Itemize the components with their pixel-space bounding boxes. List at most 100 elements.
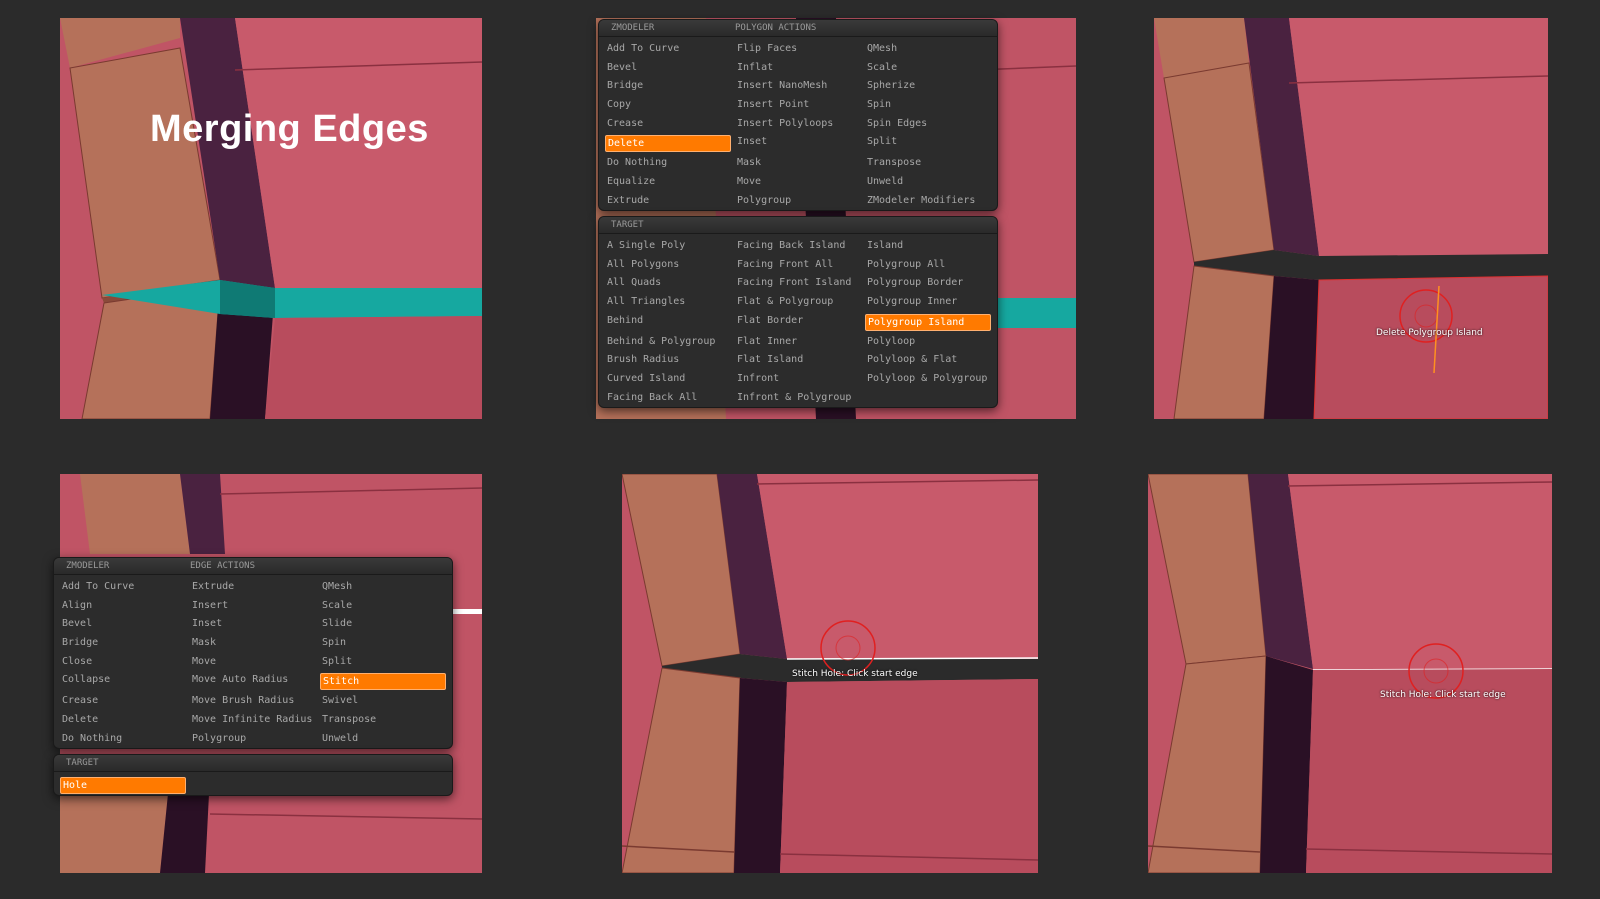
menu-item-split[interactable]: Split — [865, 133, 995, 152]
edge-menu-item-delete[interactable]: Delete — [60, 711, 190, 730]
edge-target-grid: Hole — [54, 772, 452, 795]
target-item-flat-and-polygroup[interactable]: Flat & Polygroup — [735, 293, 865, 312]
edge-menu-item-inset[interactable]: Inset — [190, 615, 320, 634]
edge-menu-item-move-brush-radius[interactable]: Move Brush Radius — [190, 692, 320, 711]
headline-title: Merging Edges — [150, 108, 429, 150]
menu-item-zmodeler-modifiers[interactable]: ZModeler Modifiers — [865, 192, 995, 210]
menu-item-qmesh[interactable]: QMesh — [865, 40, 995, 59]
target-item-facing-back-all[interactable]: Facing Back All — [605, 389, 735, 407]
target-item-polygroup-border[interactable]: Polygroup Border — [865, 274, 995, 293]
target-item-facing-front-all[interactable]: Facing Front All — [735, 256, 865, 275]
tooltip-stitch-hole-2: Stitch Hole: Click start edge — [1380, 690, 1506, 700]
edge-menu-item-swivel[interactable]: Swivel — [320, 692, 450, 711]
edge-menu-item-polygroup[interactable]: Polygroup — [190, 730, 320, 748]
menu-item-add-to-curve[interactable]: Add To Curve — [605, 40, 735, 59]
edge-menu-item-do-nothing[interactable]: Do Nothing — [60, 730, 190, 748]
mesh-render-3 — [1154, 18, 1548, 419]
mesh-render-1 — [60, 18, 482, 419]
edge-menu-item-transpose[interactable]: Transpose — [320, 711, 450, 730]
edge-menu-item-crease[interactable]: Crease — [60, 692, 190, 711]
edge-menu-item-extrude[interactable]: Extrude — [190, 578, 320, 597]
polygon-actions-grid: Add To Curve Flip Faces QMesh Bevel Inflat Sc… — [599, 37, 997, 210]
target-item-flat-island[interactable]: Flat Island — [735, 351, 865, 370]
menu-item-insert-point[interactable]: Insert Point — [735, 96, 865, 115]
menu-item-spherize[interactable]: Spherize — [865, 77, 995, 96]
edge-actions-header: ZMODELER EDGE ACTIONS — [54, 558, 452, 575]
menu-item-spin[interactable]: Spin — [865, 96, 995, 115]
target-item-facing-front-island[interactable]: Facing Front Island — [735, 274, 865, 293]
menu-item-insert-polyloops[interactable]: Insert Polyloops — [735, 115, 865, 134]
edge-actions-menu[interactable]: ZMODELER EDGE ACTIONS Add To Curve Extrud… — [53, 557, 453, 749]
viewport-panel-5[interactable]: Stitch Hole: Click start edge — [622, 474, 1038, 873]
target-item-curved-island[interactable]: Curved Island — [605, 370, 735, 389]
menu-title-zmodeler-edge: ZMODELER — [66, 561, 110, 571]
polygon-actions-menu[interactable]: ZMODELER POLYGON ACTIONS Add To Curve Fli… — [598, 19, 998, 211]
edge-menu-item-insert[interactable]: Insert — [190, 597, 320, 616]
menu-item-polygroup[interactable]: Polygroup — [735, 192, 865, 210]
menu-item-spin-edges[interactable]: Spin Edges — [865, 115, 995, 134]
target-item-polygroup-all[interactable]: Polygroup All — [865, 256, 995, 275]
menu-item-bridge[interactable]: Bridge — [605, 77, 735, 96]
target-item-behind[interactable]: Behind — [605, 312, 735, 331]
menu-item-equalize[interactable]: Equalize — [605, 173, 735, 192]
target-item-all-polygons[interactable]: All Polygons — [605, 256, 735, 275]
target-item-all-quads[interactable]: All Quads — [605, 274, 735, 293]
edge-menu-item-add-to-curve[interactable]: Add To Curve — [60, 578, 190, 597]
edge-target-menu[interactable]: TARGET Hole — [53, 754, 453, 796]
menu-item-move[interactable]: Move — [735, 173, 865, 192]
target-item-all-triangles[interactable]: All Triangles — [605, 293, 735, 312]
edge-menu-item-stitch[interactable]: Stitch — [320, 673, 446, 691]
menu-item-unweld[interactable]: Unweld — [865, 173, 995, 192]
menu-item-mask[interactable]: Mask — [735, 154, 865, 173]
edge-menu-item-close[interactable]: Close — [60, 653, 190, 672]
target-item-a-single-poly[interactable]: A Single Poly — [605, 237, 735, 256]
edge-menu-item-unweld[interactable]: Unweld — [320, 730, 450, 748]
target-item-island[interactable]: Island — [865, 237, 995, 256]
polygon-target-menu[interactable]: TARGET A Single Poly Facing Back Island Is… — [598, 216, 998, 408]
menu-item-inflat[interactable]: Inflat — [735, 59, 865, 78]
edge-menu-item-move[interactable]: Move — [190, 653, 320, 672]
menu-item-flip-faces[interactable]: Flip Faces — [735, 40, 865, 59]
edge-menu-item-scale[interactable]: Scale — [320, 597, 450, 616]
edge-menu-item-align[interactable]: Align — [60, 597, 190, 616]
target-item-infront[interactable]: Infront — [735, 370, 865, 389]
viewport-panel-3[interactable]: Delete Polygroup Island — [1154, 18, 1548, 419]
menu-item-copy[interactable]: Copy — [605, 96, 735, 115]
target-item-behind-and-polygroup[interactable]: Behind & Polygroup — [605, 333, 735, 352]
menu-title-target: TARGET — [611, 220, 644, 230]
edge-target-item-hole[interactable]: Hole — [60, 777, 186, 794]
edge-menu-item-qmesh[interactable]: QMesh — [320, 578, 450, 597]
edge-menu-item-slide[interactable]: Slide — [320, 615, 450, 634]
polygon-actions-header: ZMODELER POLYGON ACTIONS — [599, 20, 997, 37]
viewport-panel-6[interactable]: Stitch Hole: Click start edge — [1148, 474, 1552, 873]
menu-item-do-nothing[interactable]: Do Nothing — [605, 154, 735, 173]
target-item-facing-back-island[interactable]: Facing Back Island — [735, 237, 865, 256]
target-item-polygroup-island[interactable]: Polygroup Island — [865, 313, 991, 331]
target-item-flat-border[interactable]: Flat Border — [735, 312, 865, 331]
target-item-polygroup-inner[interactable]: Polygroup Inner — [865, 293, 995, 312]
menu-item-transpose[interactable]: Transpose — [865, 154, 995, 173]
edge-target-header: TARGET — [54, 755, 452, 772]
edge-menu-item-move-infinite-radius[interactable]: Move Infinite Radius — [190, 711, 320, 730]
menu-item-crease[interactable]: Crease — [605, 115, 735, 134]
target-item-polyloop-and-flat[interactable]: Polyloop & Flat — [865, 351, 995, 370]
target-item-brush-radius[interactable]: Brush Radius — [605, 351, 735, 370]
edge-menu-item-move-auto-radius[interactable]: Move Auto Radius — [190, 671, 320, 690]
target-item-polyloop[interactable]: Polyloop — [865, 333, 995, 352]
viewport-panel-1[interactable]: Merging Edges — [60, 18, 482, 419]
menu-item-scale[interactable]: Scale — [865, 59, 995, 78]
edge-menu-item-spin[interactable]: Spin — [320, 634, 450, 653]
edge-menu-item-split[interactable]: Split — [320, 653, 450, 672]
edge-menu-item-bridge[interactable]: Bridge — [60, 634, 190, 653]
edge-menu-item-bevel[interactable]: Bevel — [60, 615, 190, 634]
target-item-flat-inner[interactable]: Flat Inner — [735, 333, 865, 352]
menu-item-insert-nanomesh[interactable]: Insert NanoMesh — [735, 77, 865, 96]
edge-menu-item-collapse[interactable]: Collapse — [60, 671, 190, 690]
edge-menu-item-mask[interactable]: Mask — [190, 634, 320, 653]
menu-item-bevel[interactable]: Bevel — [605, 59, 735, 78]
target-item-infront-and-polygroup[interactable]: Infront & Polygroup — [735, 389, 865, 407]
target-item-polyloop-and-polygroup[interactable]: Polyloop & Polygroup — [865, 370, 995, 389]
menu-item-extrude[interactable]: Extrude — [605, 192, 735, 210]
menu-item-inset[interactable]: Inset — [735, 133, 865, 152]
menu-item-delete[interactable]: Delete — [605, 135, 731, 153]
